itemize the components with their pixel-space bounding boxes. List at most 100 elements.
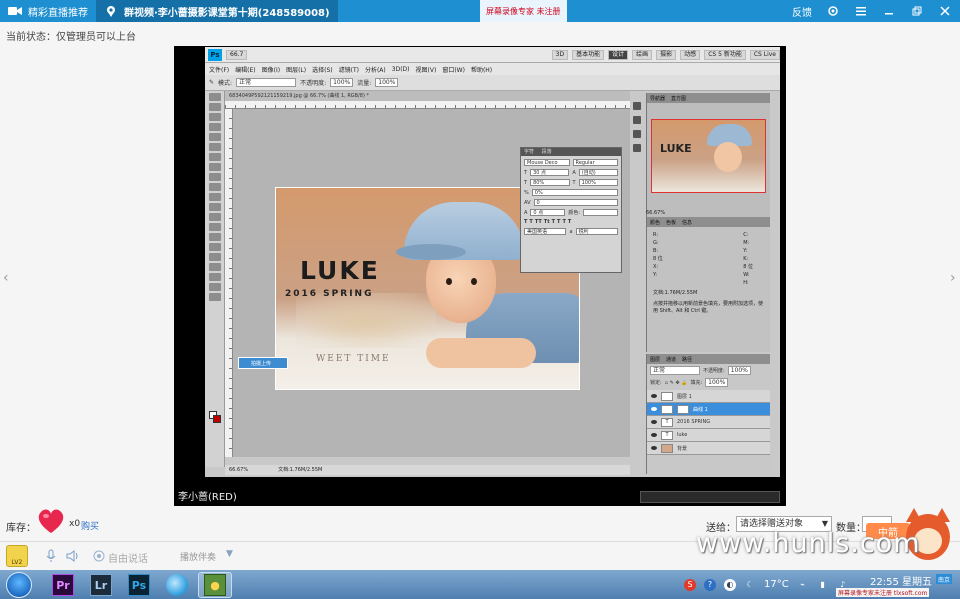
menu-3d[interactable]: 3D(D) — [392, 66, 410, 73]
menu-filter[interactable]: 滤镜(T) — [339, 65, 359, 74]
type-tool-icon[interactable] — [208, 243, 221, 251]
font-family-select[interactable]: Mouse Deco — [524, 159, 570, 166]
baseline-shift-input[interactable]: 0 点 — [530, 209, 566, 216]
dock-brush-icon[interactable] — [633, 130, 641, 138]
menu-edit[interactable]: 编辑(E) — [235, 65, 255, 74]
faux-bold-icon[interactable]: T — [524, 219, 527, 225]
tab-color[interactable]: 颜色 — [650, 219, 660, 226]
shape-tool-icon[interactable] — [208, 263, 221, 271]
navigator-thumbnail[interactable]: LUKE — [651, 119, 766, 193]
visibility-eye-icon[interactable] — [651, 394, 657, 398]
help-icon[interactable]: ? — [704, 578, 716, 591]
workspace-motion[interactable]: 动感 — [680, 49, 701, 60]
lock-icons[interactable]: ▫ ✎ ✥ 🔒 — [665, 380, 688, 386]
3d-rotate-tool-icon[interactable] — [208, 273, 221, 281]
sogou-icon[interactable]: S — [684, 578, 696, 591]
menu-select[interactable]: 选择(S) — [312, 65, 333, 74]
history-brush-tool-icon[interactable] — [208, 183, 221, 191]
dock-history-icon[interactable] — [633, 102, 641, 110]
tab-paths[interactable]: 路径 — [682, 356, 692, 363]
anti-alias-select[interactable]: 锐利 — [575, 228, 619, 235]
strikethrough-icon[interactable]: T — [568, 219, 571, 225]
visibility-eye-icon[interactable] — [651, 433, 657, 437]
font-style-select[interactable]: Regular — [572, 159, 618, 166]
taskbar-lightroom[interactable]: Lr — [84, 572, 118, 598]
tab-paragraph[interactable]: 段落 — [542, 149, 552, 155]
kerning-input[interactable]: 0% — [531, 189, 618, 196]
clock[interactable]: 22:55 星期五 — [870, 573, 932, 588]
layer-row[interactable]: 图层 1 — [647, 390, 770, 403]
menu-file[interactable]: 文件(F) — [209, 65, 229, 74]
accompany-button[interactable]: 播放伴奏 — [180, 550, 216, 563]
layer-row[interactable]: 曲线 1 — [647, 403, 770, 416]
quick-select-tool-icon[interactable] — [208, 123, 221, 131]
chevron-left-icon[interactable]: ‹ — [3, 270, 9, 286]
zoom-tool-icon[interactable] — [208, 293, 221, 301]
fill-input[interactable]: 100% — [705, 378, 729, 387]
eraser-tool-icon[interactable] — [208, 193, 221, 201]
background-color-swatch[interactable] — [213, 415, 221, 423]
dock-character-icon[interactable] — [633, 144, 641, 152]
settings-icon[interactable] — [826, 4, 840, 18]
dodge-tool-icon[interactable] — [208, 223, 221, 231]
visibility-eye-icon[interactable] — [651, 446, 657, 450]
subscript-icon[interactable]: T — [557, 219, 560, 225]
workspace-photography[interactable]: 摄影 — [656, 49, 677, 60]
language-select[interactable]: 美国英语 — [524, 228, 567, 235]
flow-input[interactable]: 100% — [375, 78, 399, 87]
chevron-down-icon[interactable]: ▼ — [226, 549, 233, 559]
restore-icon[interactable] — [910, 4, 924, 18]
baseline-input[interactable]: 0 — [533, 199, 618, 206]
pen-tool-icon[interactable] — [208, 233, 221, 241]
mode-select[interactable]: 正常 — [236, 78, 297, 87]
workspace-design[interactable]: 设计 — [608, 49, 629, 60]
small-caps-icon[interactable]: Tt — [544, 219, 550, 225]
layer-opacity-input[interactable]: 100% — [727, 366, 751, 375]
vertical-scale-input[interactable]: 80% — [530, 179, 570, 186]
workspace-cs5-new[interactable]: CS 5 新功能 — [704, 49, 746, 60]
tab-channels[interactable]: 通道 — [666, 356, 676, 363]
stamp-tool-icon[interactable] — [208, 173, 221, 181]
lasso-tool-icon[interactable] — [208, 113, 221, 121]
cs-live-button[interactable]: CS Live — [749, 49, 780, 60]
blur-tool-icon[interactable] — [208, 213, 221, 221]
menu-icon[interactable] — [854, 4, 868, 18]
visibility-eye-icon[interactable] — [651, 420, 657, 424]
superscript-icon[interactable]: T — [552, 219, 555, 225]
recording-control-bar[interactable] — [640, 491, 780, 503]
menu-analysis[interactable]: 分析(A) — [365, 65, 386, 74]
taskbar-browser[interactable] — [160, 572, 194, 598]
path-select-tool-icon[interactable] — [208, 253, 221, 261]
workspace-3d[interactable]: 3D — [551, 49, 569, 60]
faux-italic-icon[interactable]: T — [529, 219, 532, 225]
menu-layer[interactable]: 图层(L) — [286, 65, 306, 74]
free-talk-button[interactable]: 自由说话 — [108, 550, 148, 565]
menu-view[interactable]: 视图(V) — [416, 65, 437, 74]
speaker-icon[interactable] — [66, 549, 80, 563]
tab-character[interactable]: 字符 — [524, 149, 534, 155]
text-color-swatch[interactable] — [583, 209, 619, 216]
eyedropper-tool-icon[interactable] — [208, 143, 221, 151]
horizontal-scale-input[interactable]: 100% — [578, 179, 618, 186]
layer-row[interactable]: 背景 — [647, 442, 770, 455]
layer-row[interactable]: T luke — [647, 429, 770, 442]
menu-help[interactable]: 帮助(H) — [471, 65, 492, 74]
close-icon[interactable] — [938, 4, 952, 18]
workspace-painting[interactable]: 绘画 — [632, 49, 653, 60]
upload-badge[interactable]: 拍摄上传 — [238, 357, 288, 369]
usb-icon[interactable]: ⌁ — [797, 579, 809, 591]
font-size-input[interactable]: 30 点 — [530, 169, 570, 176]
taskbar-premiere[interactable]: Pr — [46, 572, 80, 598]
tab-histogram[interactable]: 直方图 — [671, 95, 686, 102]
microphone-icon[interactable] — [44, 549, 58, 563]
navigator-zoom[interactable]: 66.67% — [646, 210, 665, 216]
tab-swatches[interactable]: 色板 — [666, 219, 676, 226]
brush-icon[interactable]: ✎ — [209, 79, 214, 86]
heart-gift-icon[interactable] — [36, 507, 66, 535]
taskbar-yy-client[interactable]: ● — [198, 572, 232, 598]
dock-actions-icon[interactable] — [633, 116, 641, 124]
layer-row[interactable]: T 2016 SPRING — [647, 416, 770, 429]
gradient-tool-icon[interactable] — [208, 203, 221, 211]
zoom-level-box[interactable]: 66.7 — [226, 49, 248, 60]
tab-layers[interactable]: 图层 — [650, 356, 660, 363]
